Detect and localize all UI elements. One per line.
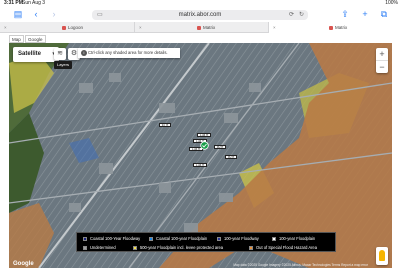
legend-label: Coastal 100-Year Floodway bbox=[90, 236, 141, 241]
pegman-figure bbox=[379, 250, 385, 261]
legend-label: Out of Special Flood Hazard Area bbox=[256, 245, 317, 250]
tab-matrix-1[interactable]: × Matrix bbox=[134, 22, 268, 33]
tab-label: Matrix bbox=[335, 25, 348, 30]
hint-text: Ctrl-click any shaded area for more deta… bbox=[88, 50, 168, 55]
legend-swatch bbox=[149, 236, 153, 241]
url-text: matrix.abor.com bbox=[178, 12, 222, 18]
property-pin-icon[interactable] bbox=[200, 141, 209, 150]
map-type-label: Satellite bbox=[18, 51, 42, 57]
map-hint-banner: i Ctrl-click any shaded area for more de… bbox=[78, 48, 180, 58]
street-view-pegman-icon[interactable] bbox=[376, 247, 388, 265]
flood-map[interactable]: Satellite ▾ ≋ ⚙ Layers i Ctrl-click any … bbox=[9, 43, 392, 268]
tab-bar: × Logoon × Matrix × Matrix bbox=[0, 22, 402, 33]
zoom-out-button[interactable]: − bbox=[376, 61, 388, 73]
zoom-in-button[interactable]: + bbox=[376, 48, 388, 60]
reload-icon[interactable]: ↻ bbox=[299, 10, 304, 20]
parcel-dimension: 50 ft bbox=[225, 155, 237, 159]
tab-overview-icon[interactable]: ⧉ bbox=[378, 9, 390, 20]
status-time: 3:31 PM bbox=[4, 0, 23, 6]
legend-item: Coastal 100-Year Floodway bbox=[83, 235, 140, 242]
legend-label: 100-year Floodway bbox=[224, 236, 259, 241]
forward-icon[interactable]: › bbox=[48, 9, 60, 20]
back-icon[interactable]: ‹ bbox=[30, 9, 42, 20]
legend-swatch bbox=[133, 245, 137, 250]
tab-logoon[interactable]: × Logoon bbox=[0, 22, 134, 33]
flood-zone-legend: Coastal 100-Year Floodway Coastal 100-ye… bbox=[76, 232, 336, 252]
sidebar-toggle-icon[interactable]: ▤ bbox=[12, 9, 24, 20]
legend-item: Undetermined bbox=[83, 244, 116, 251]
browser-toolbar: ▤ ‹ › ▭ matrix.abor.com ⟳ ↻ ⇪ + ⧉ bbox=[0, 7, 402, 22]
legend-swatch bbox=[272, 236, 276, 241]
legend-item: 500-year Floodplain incl. levee protecte… bbox=[133, 244, 223, 251]
extension-icon[interactable]: ⟳ bbox=[289, 10, 294, 20]
legend-swatch bbox=[249, 245, 253, 250]
tab-label: Logoon bbox=[68, 25, 84, 30]
share-icon[interactable]: ⇪ bbox=[339, 9, 351, 20]
parcel-dimension: 50 ft bbox=[214, 145, 226, 149]
map-attribution[interactable]: Map data ©2025 Google Imagery ©2025 Airb… bbox=[233, 263, 368, 267]
parcel-dimension: 134 ft bbox=[197, 133, 211, 137]
address-bar[interactable]: ▭ matrix.abor.com ⟳ ↻ bbox=[92, 10, 308, 20]
favicon-icon bbox=[329, 25, 333, 30]
legend-item: 100-year Floodplain bbox=[272, 235, 315, 242]
info-icon: i bbox=[81, 50, 87, 56]
legend-label: Coastal 100-year Floodplain bbox=[156, 236, 208, 241]
tab-matrix-2[interactable]: × Matrix bbox=[268, 22, 402, 33]
tab-label: Matrix bbox=[203, 25, 216, 30]
close-tab-icon[interactable]: × bbox=[4, 22, 7, 33]
reader-icon[interactable]: ▭ bbox=[97, 10, 103, 20]
google-logo: Google bbox=[13, 261, 34, 267]
status-date: Sun Aug 3 bbox=[22, 0, 46, 6]
legend-label: 500-year Floodplain incl. levee protecte… bbox=[140, 245, 224, 250]
status-bar: 3:31 PM Sun Aug 3 100% bbox=[0, 0, 402, 7]
parcel-dimension: 67 ft bbox=[159, 123, 171, 127]
legend-label: Undetermined bbox=[90, 245, 116, 250]
legend-label: 100-year Floodplain bbox=[279, 236, 316, 241]
parcel-dimension: 134 ft bbox=[193, 163, 207, 167]
tab-street-view[interactable]: Google Street View bbox=[25, 35, 46, 58]
tab-map[interactable]: Map bbox=[9, 35, 24, 43]
zoom-control: + − bbox=[376, 48, 388, 73]
close-tab-icon[interactable]: × bbox=[139, 22, 142, 33]
favicon-icon bbox=[197, 25, 201, 30]
legend-item: Out of Special Flood Hazard Area bbox=[249, 244, 317, 251]
legend-swatch bbox=[83, 245, 87, 250]
legend-item: 100-year Floodway bbox=[217, 235, 259, 242]
layers-icon[interactable]: ≋ bbox=[54, 48, 66, 60]
new-tab-icon[interactable]: + bbox=[359, 9, 371, 20]
legend-item: Coastal 100-year Floodplain bbox=[149, 235, 207, 242]
favicon-icon bbox=[62, 25, 66, 30]
close-tab-icon[interactable]: × bbox=[273, 22, 276, 33]
browser-window: 3:31 PM Sun Aug 3 100% ▤ ‹ › ▭ matrix.ab… bbox=[0, 0, 402, 268]
map-type-selector[interactable]: Satellite ▾ bbox=[13, 47, 59, 62]
legend-swatch bbox=[217, 236, 221, 241]
legend-swatch bbox=[83, 236, 87, 241]
status-battery: 100% bbox=[385, 0, 398, 6]
layers-tooltip: Layers bbox=[54, 61, 72, 69]
